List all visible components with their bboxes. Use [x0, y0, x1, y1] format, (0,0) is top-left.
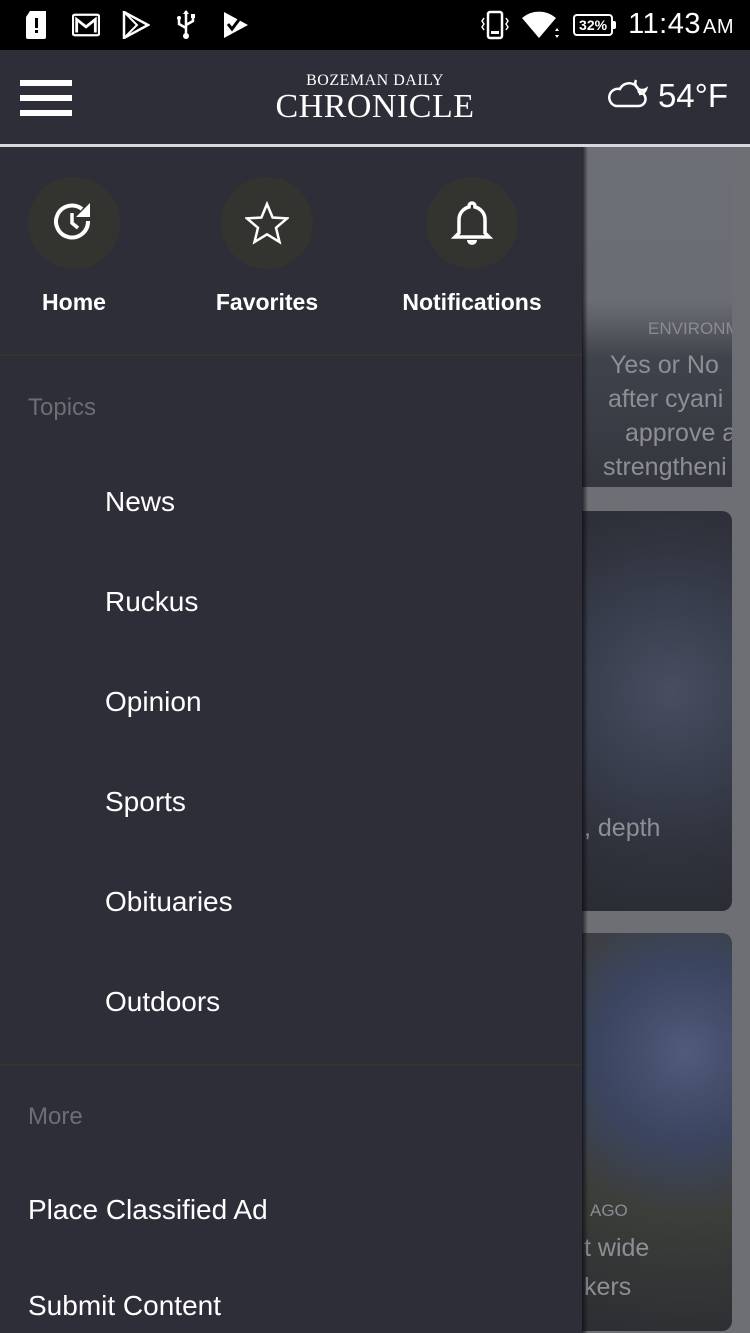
vibrate-icon [481, 10, 509, 40]
article-headline-line: approve a [625, 419, 732, 447]
battery-indicator: 32% [573, 13, 617, 36]
article-timestamp: AGO [590, 1201, 628, 1220]
clock: 11:43 AM [628, 8, 734, 40]
topic-item-outdoors[interactable]: Outdoors [105, 986, 220, 1018]
quick-action-label: Notifications [402, 289, 542, 315]
topic-item-obituaries[interactable]: Obituaries [105, 886, 233, 918]
article-headline-line: Yes or No [610, 351, 719, 379]
divider [0, 1064, 582, 1066]
article-card: ENVIRONM Yes or No after cyani approve a… [580, 147, 732, 487]
gmail-icon [72, 10, 100, 40]
topic-item-news[interactable]: News [105, 486, 175, 518]
sim-alert-icon [22, 10, 50, 40]
topics-section-title: Topics [28, 394, 97, 421]
article-card: , depth [580, 511, 732, 911]
status-bar: 32% 11:43 AM [0, 0, 750, 50]
quick-action-label: Home [42, 289, 106, 315]
article-headline-line: after cyani [608, 385, 724, 413]
bell-icon [426, 177, 518, 269]
weather-widget[interactable]: 54°F [607, 76, 728, 116]
quick-actions: Home Favorites Notifications [0, 147, 582, 355]
topic-item-opinion[interactable]: Opinion [105, 686, 202, 718]
battery-level: 32% [573, 13, 614, 36]
more-item-submit-content[interactable]: Submit Content [28, 1290, 221, 1322]
usb-icon [172, 10, 200, 40]
divider [0, 354, 582, 356]
topic-item-sports[interactable]: Sports [105, 786, 186, 818]
quick-action-home[interactable]: Home [0, 177, 164, 316]
more-section-title: More [28, 1103, 83, 1130]
article-category: ENVIRONM [648, 319, 732, 338]
article-headline-line: , depth [584, 814, 661, 842]
task-check-icon [222, 10, 250, 40]
navigation-drawer: Home Favorites Notifications Topics News… [0, 147, 582, 1333]
more-item-place-classified-ad[interactable]: Place Classified Ad [28, 1194, 268, 1226]
temperature: 54°F [657, 77, 728, 114]
partly-cloudy-night-icon [607, 76, 650, 116]
app-bar: BOZEMAN DAILY CHRONICLE 54°F [0, 50, 750, 144]
wifi-icon [521, 10, 561, 40]
topic-item-ruckus[interactable]: Ruckus [105, 586, 198, 618]
home-history-icon [28, 177, 120, 269]
quick-action-notifications[interactable]: Notifications [382, 177, 562, 316]
quick-action-label: Favorites [215, 289, 319, 315]
article-headline-line: strengtheni [603, 453, 727, 481]
article-headline-line: kers [584, 1273, 632, 1301]
article-card: AGO t wide kers [580, 933, 732, 1331]
play-store-icon [122, 10, 150, 40]
article-headline-line: t wide [584, 1234, 650, 1262]
news-feed-background: ENVIRONM Yes or No after cyani approve a… [580, 147, 750, 1333]
star-icon [221, 177, 313, 269]
quick-action-favorites[interactable]: Favorites [177, 177, 357, 316]
